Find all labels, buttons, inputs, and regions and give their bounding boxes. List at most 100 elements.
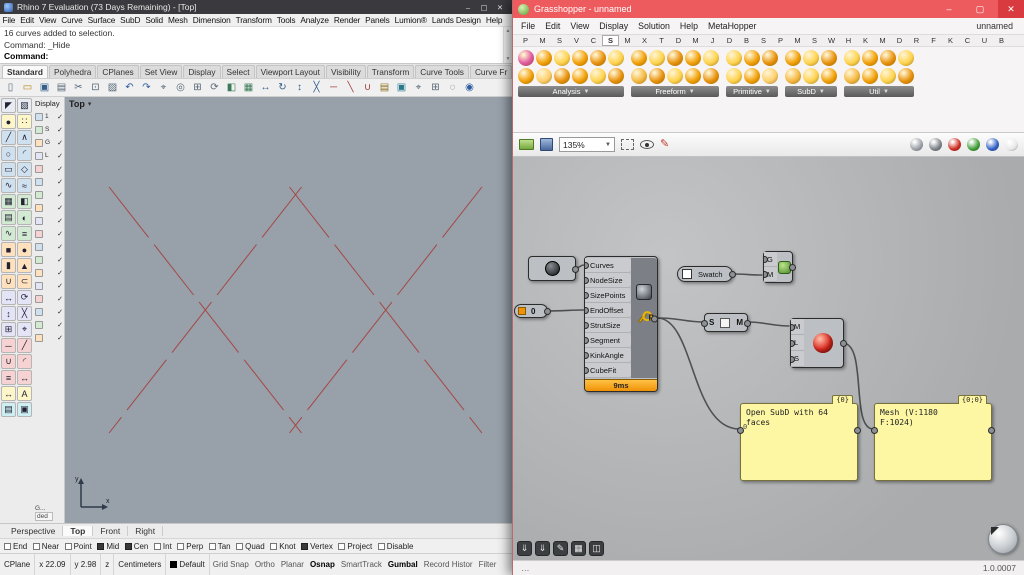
revolve-icon[interactable]: ◐ — [17, 210, 32, 225]
cylinder-icon[interactable]: ▮ — [1, 258, 16, 273]
sketch-icon[interactable]: ✎ — [553, 541, 568, 556]
display-panel-row[interactable]: ✓ — [35, 162, 63, 175]
component-icon[interactable] — [536, 50, 552, 66]
rectangle-icon[interactable]: ▭ — [1, 162, 16, 177]
status-toggle[interactable]: Planar — [278, 560, 307, 569]
close-icon[interactable]: ✕ — [998, 0, 1024, 18]
rotate-tool-icon[interactable]: ⟳ — [17, 290, 32, 305]
toolbar-tab[interactable]: Curve Fr — [469, 65, 512, 78]
print-icon[interactable]: ▤ — [54, 80, 69, 95]
component-icon[interactable] — [518, 50, 534, 66]
pan-icon[interactable]: ⌖ — [156, 80, 171, 95]
new-file-icon[interactable]: ▯ — [3, 80, 18, 95]
component-tab[interactable]: M — [619, 36, 636, 45]
boolean-difference-icon[interactable]: ⊂ — [17, 274, 32, 289]
wireframe-view-icon[interactable]: ▦ — [241, 80, 256, 95]
split-icon[interactable]: ╲ — [343, 80, 358, 95]
menu-item[interactable]: Solid — [143, 15, 166, 25]
display-mode-ball-icon[interactable] — [1005, 138, 1018, 151]
rotate-view-icon[interactable]: ⟳ — [207, 80, 222, 95]
save-icon[interactable]: ▣ — [37, 80, 52, 95]
component-icon[interactable] — [726, 68, 742, 84]
component-icon[interactable] — [608, 50, 624, 66]
box-icon[interactable]: ■ — [1, 242, 16, 257]
component-tab[interactable]: M — [534, 36, 551, 45]
orient-icon[interactable]: ⌖ — [17, 322, 32, 337]
component-icon[interactable] — [608, 68, 624, 84]
checkbox-icon[interactable] — [236, 542, 244, 550]
component-tab[interactable]: T — [653, 36, 670, 45]
curve-param-node[interactable] — [528, 256, 579, 281]
component-icon[interactable] — [631, 68, 647, 84]
component-icon[interactable] — [844, 68, 860, 84]
checkbox-icon[interactable] — [4, 542, 11, 550]
grid-icon[interactable]: ⊞ — [428, 80, 443, 95]
component-icon[interactable] — [744, 50, 760, 66]
display-panel-row[interactable]: ✓ — [35, 279, 63, 292]
layout-icon[interactable]: ◫ — [589, 541, 604, 556]
component-input[interactable]: Segment — [585, 333, 631, 348]
polygon-icon[interactable]: ◇ — [17, 162, 32, 177]
rotate-icon[interactable]: ↻ — [275, 80, 290, 95]
component-tab[interactable]: M — [789, 36, 806, 45]
display-mode-ball-icon[interactable] — [910, 138, 923, 151]
component-icon[interactable] — [667, 68, 683, 84]
line-icon[interactable]: ╱ — [1, 130, 16, 145]
component-icon[interactable] — [898, 68, 914, 84]
component-tab[interactable]: S — [551, 36, 568, 45]
component-tab[interactable]: B — [738, 36, 755, 45]
interpolate-curve-icon[interactable]: ≈ — [17, 178, 32, 193]
display-panel-row[interactable]: ✓ — [35, 305, 63, 318]
component-icon[interactable] — [862, 68, 878, 84]
osnap-icon[interactable]: ⌖ — [411, 80, 426, 95]
display-panel-row[interactable]: ✓ — [35, 201, 63, 214]
viewport-top[interactable]: Top ▾ y x — [65, 97, 512, 523]
viewport-tab[interactable]: Front — [93, 526, 129, 536]
component-tab[interactable]: U — [976, 36, 993, 45]
extend-icon[interactable]: ↔ — [17, 370, 32, 385]
component-tab[interactable]: S — [755, 36, 772, 45]
scroll-down-icon[interactable]: ▼ — [506, 56, 511, 62]
swatch-node[interactable]: Swatch — [677, 266, 736, 282]
component-input[interactable]: SizePoints — [585, 288, 631, 303]
extrude-icon[interactable]: ▤ — [1, 210, 16, 225]
component-icon[interactable] — [880, 50, 896, 66]
osnap-option[interactable]: Vertex — [301, 542, 333, 551]
ribbon-group-label[interactable]: Freeform ▼ — [631, 86, 719, 97]
fillet-icon[interactable]: ◜ — [17, 354, 32, 369]
component-tab[interactable]: H — [840, 36, 857, 45]
sphere-icon[interactable]: ● — [17, 242, 32, 257]
panel-open-subd[interactable]: {0} 0 Open SubD with 64 faces — [737, 395, 861, 481]
move-tool-icon[interactable]: ↔ — [1, 290, 16, 305]
grasshopper-canvas[interactable]: 0 Curves NodeSize SizePoints EndOffset Strut… — [513, 157, 1024, 560]
display-mode-ball-icon[interactable] — [967, 138, 980, 151]
checkbox-icon[interactable] — [208, 542, 216, 550]
component-input[interactable]: StrutSize — [585, 318, 631, 333]
component-tab[interactable]: X — [636, 36, 653, 45]
component-input[interactable]: S — [791, 351, 804, 367]
component-icon[interactable] — [631, 50, 647, 66]
osnap-option[interactable]: End — [4, 542, 27, 551]
zoom-extents-icon[interactable]: ◎ — [173, 80, 188, 95]
loft-icon[interactable]: ≡ — [17, 226, 32, 241]
menu-item[interactable]: Lands Design — [429, 15, 483, 25]
scale-tool-icon[interactable]: ↕ — [1, 306, 16, 321]
checkbox-icon[interactable] — [270, 542, 278, 550]
offset-icon[interactable]: ≡ — [1, 370, 16, 385]
close-icon[interactable]: ✕ — [492, 3, 508, 12]
display-panel-row[interactable]: G ✓ — [35, 136, 63, 149]
open-file-icon[interactable]: ▭ — [20, 80, 35, 95]
display-panel-row[interactable]: S ✓ — [35, 123, 63, 136]
sidebar-docked-tab[interactable]: ded — [35, 512, 53, 521]
menu-item[interactable]: Analyze — [298, 15, 331, 25]
component-tab[interactable]: D — [670, 36, 687, 45]
menu-item[interactable]: Solution — [633, 21, 675, 31]
text-icon[interactable]: A — [17, 386, 32, 401]
join-icon[interactable]: ∪ — [360, 80, 375, 95]
component-body[interactable]: P — [631, 258, 659, 378]
component-tab[interactable]: V — [568, 36, 585, 45]
mirror-tool-icon[interactable]: ╳ — [17, 306, 32, 321]
osnap-option[interactable]: Near — [32, 542, 59, 551]
menu-item[interactable]: Surface — [85, 15, 118, 25]
selection-rectangle-icon[interactable] — [621, 139, 634, 150]
